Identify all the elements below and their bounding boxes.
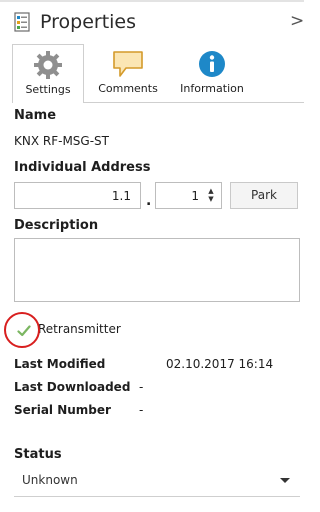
status-select[interactable]: Unknown [14, 467, 300, 497]
status-label: Status [14, 447, 62, 462]
collapse-chevron-icon[interactable]: > [290, 11, 304, 31]
last-downloaded-value: - [139, 380, 144, 394]
tab-information[interactable]: Information [170, 44, 254, 102]
serial-number-label: Serial Number [14, 403, 111, 417]
tab-settings-label: Settings [25, 83, 71, 96]
serial-number-value: - [139, 403, 144, 417]
tab-comments[interactable]: Comments [92, 44, 164, 102]
highlight-circle [4, 312, 40, 348]
park-button[interactable]: Park [230, 182, 298, 209]
comment-bubble-icon [113, 51, 143, 77]
last-downloaded-label: Last Downloaded [14, 380, 131, 394]
tab-settings[interactable]: Settings [12, 44, 84, 103]
name-value[interactable]: KNX RF-MSG-ST [14, 134, 109, 148]
last-modified-label: Last Modified [14, 357, 106, 371]
description-textarea[interactable] [14, 238, 300, 302]
stepper-arrows-icon[interactable]: ▲ ▼ [207, 187, 215, 203]
tab-information-label: Information [180, 82, 244, 95]
chevron-down-icon [280, 478, 290, 483]
top-divider [0, 0, 304, 2]
status-value: Unknown [22, 473, 78, 487]
address-separator: . [146, 193, 152, 209]
individual-address-label: Individual Address [14, 160, 151, 175]
retransmitter-label[interactable]: Retransmitter [38, 322, 121, 336]
panel-title: Properties [40, 11, 137, 33]
properties-icon [14, 12, 30, 32]
gear-icon [34, 51, 62, 79]
address-area-line-input[interactable]: 1.1 [14, 182, 141, 209]
address-device-stepper[interactable]: 1 ▲ ▼ [155, 182, 222, 209]
last-modified-value: 02.10.2017 16:14 [166, 357, 274, 371]
properties-tabs: Settings Comments Information [12, 44, 254, 103]
tab-comments-label: Comments [98, 82, 158, 95]
info-icon [199, 51, 225, 77]
description-label: Description [14, 218, 99, 233]
name-label: Name [14, 108, 57, 123]
properties-header: Properties > [0, 3, 304, 41]
